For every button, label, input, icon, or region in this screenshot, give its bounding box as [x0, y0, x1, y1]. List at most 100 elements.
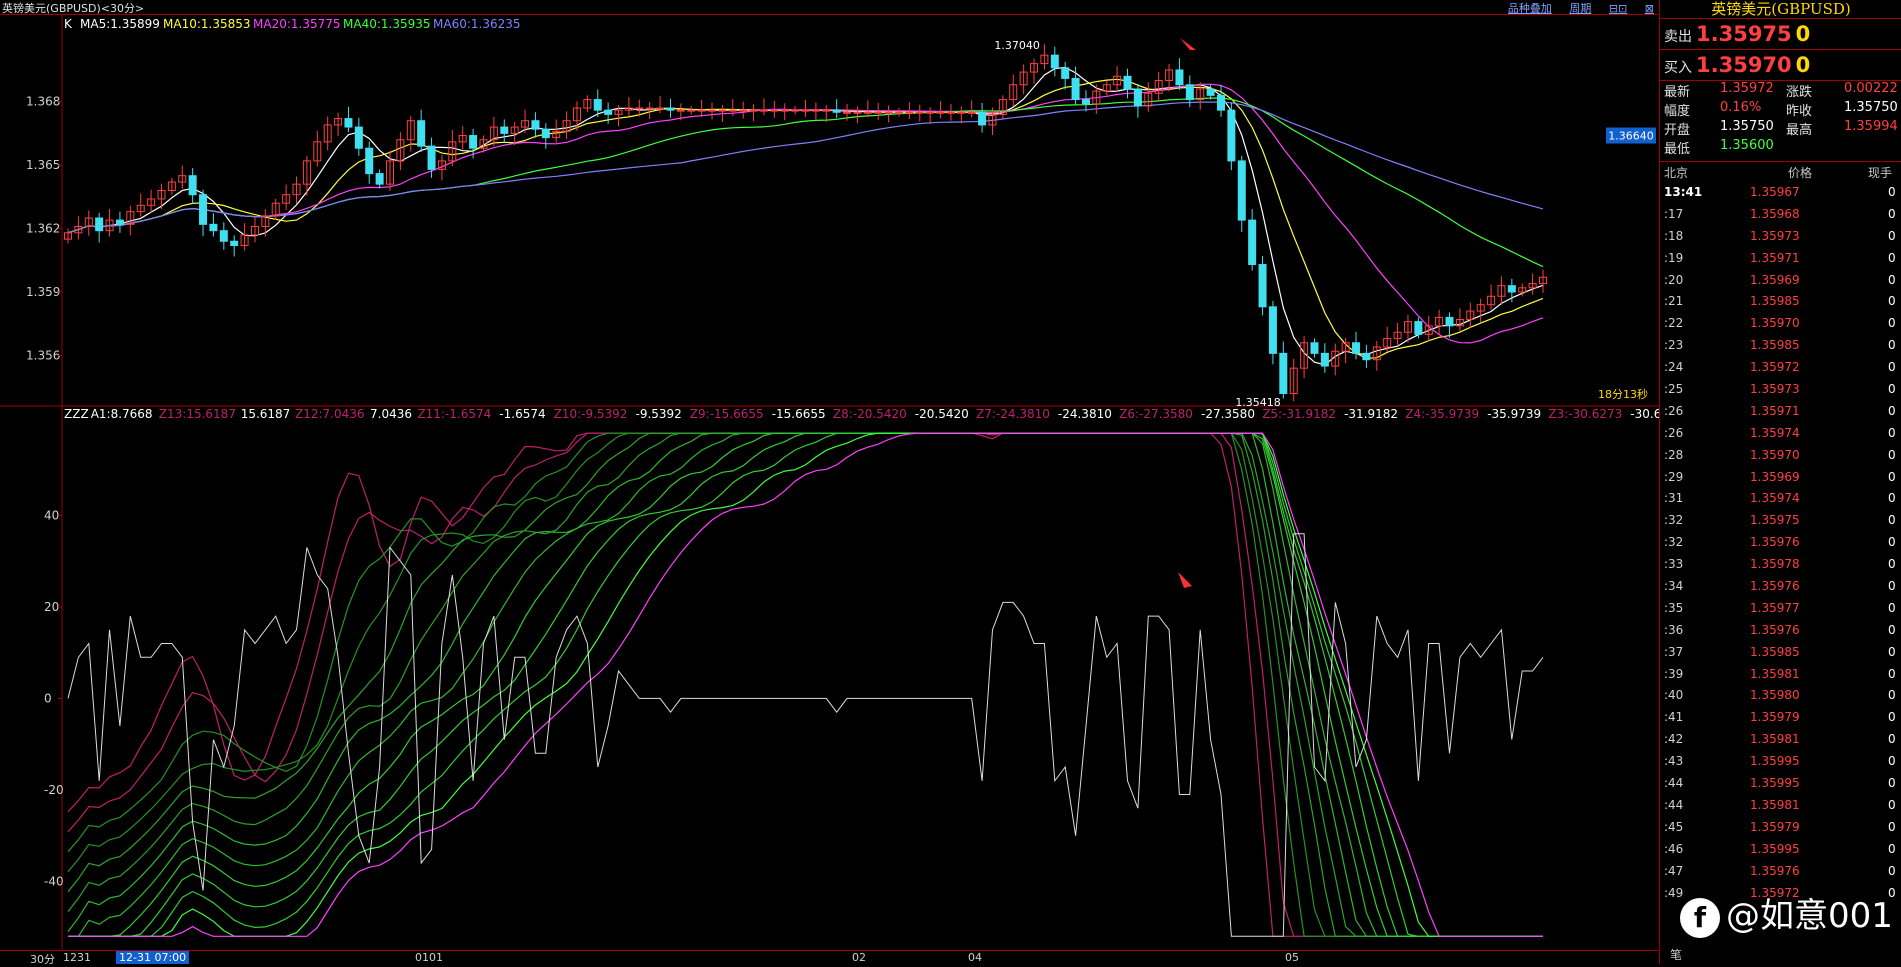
candle-body: [780, 109, 789, 112]
sell-row[interactable]: 卖出 1.35975 0: [1660, 19, 1901, 50]
buy-label: 买入: [1664, 60, 1692, 76]
candle-body: [1133, 88, 1142, 107]
sub-legend-item: -35.9739: [1487, 407, 1541, 421]
stat-label: 最高: [1786, 123, 1813, 138]
tick-time: :32: [1664, 535, 1684, 550]
ticks-list[interactable]: 13:41 1.35967 0:17 1.35968 0:18 1.35973 0:19 1.…: [1660, 182, 1901, 904]
candle-body: [188, 175, 197, 196]
tick-row: :36 1.35976 0: [1660, 620, 1901, 642]
legend-ma-3: MA40:1.35935: [343, 17, 431, 31]
tick-time: :21: [1664, 294, 1684, 309]
candle-body: [791, 109, 800, 112]
candle-body: [946, 111, 955, 114]
tick-row: :17 1.35968 0: [1660, 204, 1901, 226]
candle-body: [1081, 99, 1090, 105]
candle-body: [230, 240, 239, 246]
tick-volume: 0: [1888, 622, 1896, 637]
stat-label: 开盘: [1664, 123, 1691, 138]
sub-legend-item: -30.6273: [1630, 407, 1659, 421]
stat-label: 最新: [1664, 85, 1691, 100]
time-label-start: 1231: [63, 951, 91, 964]
candle-body: [531, 120, 540, 130]
tick-time: :25: [1664, 382, 1684, 397]
legend-k: K: [64, 17, 73, 31]
tick-row: :33 1.35978 0: [1660, 554, 1901, 576]
candle-body: [635, 107, 644, 110]
tick-price: 1.35980: [1750, 688, 1800, 703]
tick-row: :44 1.35995 0: [1660, 773, 1901, 795]
stat-value: 1.35750: [1844, 100, 1898, 115]
tick-price: 1.35969: [1750, 469, 1800, 484]
candle-body: [469, 135, 478, 149]
stat-label: 最低: [1664, 142, 1691, 157]
candle-body: [354, 126, 363, 149]
arrow-marker-icon: [1178, 572, 1192, 588]
candle-body: [926, 111, 935, 114]
sub-y-tick: 0: [44, 691, 52, 705]
candle-body: [884, 111, 893, 114]
sell-volume: 0: [1795, 22, 1811, 46]
tick-price: 1.35975: [1750, 513, 1800, 528]
candle-body: [1258, 264, 1267, 308]
tick-volume: 0: [1888, 732, 1896, 747]
tick-volume: 0: [1888, 710, 1896, 725]
watermark-logo-icon: f: [1680, 897, 1720, 938]
tick-volume: 0: [1888, 425, 1896, 440]
tick-time: :29: [1664, 469, 1684, 484]
tick-row: :46 1.35995 0: [1660, 839, 1901, 861]
tick-price: 1.35978: [1750, 557, 1800, 572]
tick-time: :18: [1664, 228, 1684, 243]
stat-label: 昨收: [1786, 104, 1813, 119]
tick-volume: 0: [1888, 557, 1896, 572]
tick-price: 1.35981: [1750, 732, 1800, 747]
tick-price: 1.35972: [1750, 360, 1800, 375]
tick-volume: 0: [1888, 600, 1896, 615]
tick-row: :21 1.35985 0: [1660, 291, 1901, 313]
candle-body: [1237, 160, 1246, 221]
zzz-line-z6: [68, 432, 1543, 937]
tick-volume: 0: [1888, 819, 1896, 834]
chart-area[interactable]: 1.3681.3651.3621.3591.3561.370401.354181…: [0, 14, 1659, 950]
time-label-0101: 0101: [415, 951, 443, 964]
candle-body: [967, 111, 976, 114]
candle-body: [739, 109, 748, 112]
tick-row: :29 1.35969 0: [1660, 467, 1901, 489]
tick-row: :42 1.35981 0: [1660, 729, 1901, 751]
time-cursor-label: 12-31 07:00: [116, 951, 190, 964]
candle-body: [344, 118, 353, 128]
ticks-header-volume: 现手: [1868, 166, 1893, 180]
tick-volume: 0: [1888, 666, 1896, 681]
tick-time: :23: [1664, 338, 1684, 353]
tick-price: 1.35977: [1750, 600, 1800, 615]
tick-volume: 0: [1888, 228, 1896, 243]
tick-row: :22 1.35970 0: [1660, 313, 1901, 335]
tick-price: 1.35971: [1750, 403, 1800, 418]
tick-time: :37: [1664, 644, 1684, 659]
tick-volume: 0: [1888, 382, 1896, 397]
candle-body: [604, 109, 613, 115]
candle-body: [199, 194, 208, 225]
tick-row: :23 1.35985 0: [1660, 335, 1901, 357]
tick-price: 1.35981: [1750, 666, 1800, 681]
tick-time: :32: [1664, 513, 1684, 528]
tick-time: :39: [1664, 666, 1684, 681]
tick-price: 1.35971: [1750, 250, 1800, 265]
stat-label: 涨跌: [1786, 85, 1813, 100]
zzz-line-z5: [68, 432, 1543, 937]
tick-time: :47: [1664, 863, 1684, 878]
sub-legend-item: -9.5392: [636, 407, 682, 421]
sell-label: 卖出: [1664, 29, 1692, 45]
candle-body: [1352, 342, 1361, 354]
buy-price: 1.35970: [1696, 53, 1792, 77]
tick-volume: 0: [1888, 797, 1896, 812]
title-bar: 英镑美元(GBPUSD)<30分> 品种叠加 周期 ⊟⊡ ⊠: [0, 0, 1658, 15]
candle-body: [687, 109, 696, 112]
tick-row: :20 1.35969 0: [1660, 270, 1901, 292]
buy-row[interactable]: 买入 1.35970 0: [1660, 50, 1901, 81]
tick-row: :32 1.35976 0: [1660, 532, 1901, 554]
tick-row: :24 1.35972 0: [1660, 357, 1901, 379]
tick-volume: 0: [1888, 513, 1896, 528]
tick-volume: 0: [1888, 360, 1896, 375]
sub-y-tick: 40: [44, 508, 59, 522]
zzz-line-z13: [67, 432, 1543, 937]
